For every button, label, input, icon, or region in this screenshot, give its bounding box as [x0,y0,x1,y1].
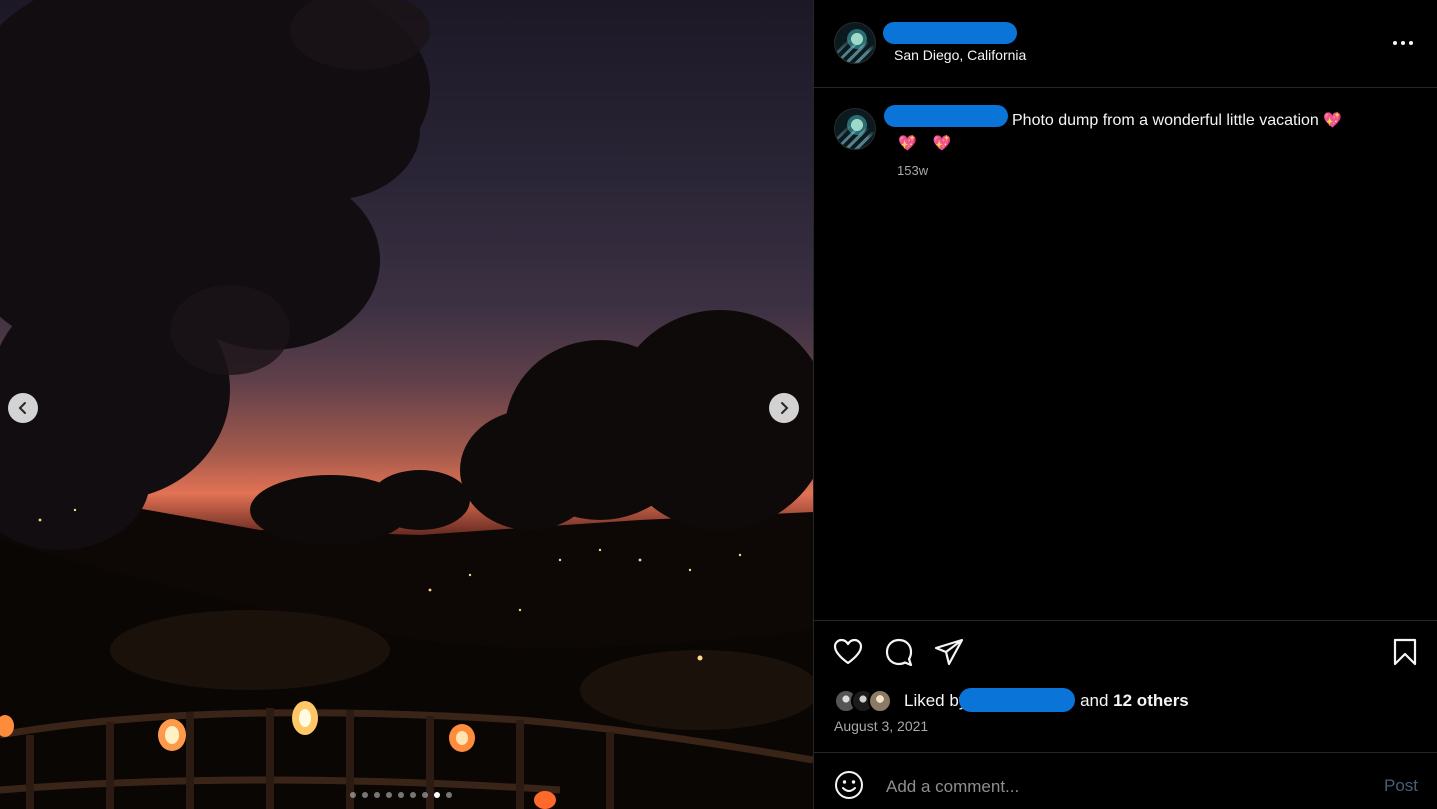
previous-slide-button[interactable] [8,393,38,423]
emoji-icon[interactable] [834,770,864,800]
carousel-dot [374,792,380,798]
redacted-username [883,22,1017,44]
likes-and: and [1080,691,1109,710]
bookmark-icon [1393,638,1417,666]
like-button[interactable] [833,637,863,667]
carousel-dot [350,792,356,798]
more-options-icon[interactable] [1392,34,1414,52]
post-header: San Diego, California [814,0,1437,88]
post-comment-button[interactable]: Post [1384,776,1418,796]
carousel-dot [422,792,428,798]
share-button[interactable] [934,637,964,667]
share-icon [934,638,964,666]
carousel-dot [398,792,404,798]
next-slide-button[interactable] [769,393,799,423]
post-date[interactable]: August 3, 2021 [834,718,928,734]
sunset-scene-illustration [0,0,813,809]
post-photo [0,0,813,809]
carousel-dot [362,792,368,798]
redacted-liker-username [959,688,1075,712]
comment-input[interactable] [884,772,1368,802]
author-avatar[interactable] [834,22,876,64]
carousel-indicator [350,792,452,798]
carousel-dot [410,792,416,798]
liker-avatar [868,689,892,713]
post-details-pane: San Diego, California Photo dump from a … [814,0,1437,809]
instagram-post-viewer: San Diego, California Photo dump from a … [0,0,1437,809]
chevron-right-icon [781,402,789,414]
likes-prefix: Liked by [904,691,968,710]
carousel-dot [446,792,452,798]
caption-emoji-line2: 💖 💖 [898,135,958,152]
carousel-dot [386,792,392,798]
post-location[interactable]: San Diego, California [894,47,1026,63]
caption-body: Photo dump from a wonderful little vacat… [1012,112,1319,129]
comment-button[interactable] [884,637,914,667]
actions-divider [814,620,1437,621]
comment-icon [885,638,913,667]
likes-others-link[interactable]: 12 others [1113,691,1189,710]
comment-divider [814,752,1437,753]
caption-timestamp[interactable]: 153w [897,163,928,178]
heart-icon [833,638,863,665]
carousel-dot [434,792,440,798]
caption-emoji: 💖 [1323,112,1348,129]
redacted-caption-username [884,105,1008,127]
save-button[interactable] [1390,637,1420,667]
chevron-left-icon [18,402,26,414]
caption-author-avatar[interactable] [834,108,876,150]
